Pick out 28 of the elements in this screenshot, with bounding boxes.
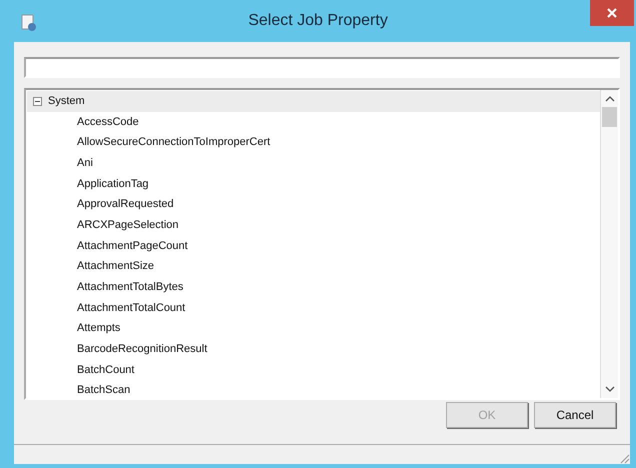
document-icon	[20, 14, 38, 32]
tree-item[interactable]: AttachmentTotalCount	[77, 302, 186, 314]
tree-item[interactable]: Attempts	[77, 323, 120, 334]
tree-item[interactable]: AccessCode	[77, 116, 139, 128]
tree-item[interactable]: Ani	[77, 158, 93, 169]
cancel-button[interactable]: Cancel	[534, 402, 616, 428]
search-field[interactable]	[24, 57, 620, 78]
close-button[interactable]	[590, 0, 634, 26]
tree-row[interactable]: System	[27, 91, 600, 112]
tree-item[interactable]: BarcodeRecognitionResult	[77, 344, 208, 356]
tree-item[interactable]: AttachmentPageCount	[77, 240, 188, 252]
scroll-thumb[interactable]	[602, 107, 617, 127]
window-title: Select Job Property	[248, 11, 388, 31]
scrollbar[interactable]	[600, 90, 618, 398]
tree-item[interactable]: BatchScan	[77, 385, 130, 396]
tree-item[interactable]: ApprovalRequested	[77, 199, 174, 210]
scroll-up-icon[interactable]	[604, 95, 614, 102]
close-icon	[607, 8, 617, 18]
tree-item[interactable]: System	[48, 96, 85, 107]
collapse-icon[interactable]	[33, 96, 42, 106]
tree-item[interactable]: BatchCount	[77, 364, 134, 376]
tree-item[interactable]: AllowSecureConnectionToImproperCert	[77, 137, 270, 148]
tree-item[interactable]: ARCXPageSelection	[77, 220, 179, 231]
scroll-down-icon[interactable]	[604, 386, 614, 393]
resize-grip-icon[interactable]	[618, 452, 630, 464]
tree-item[interactable]: AttachmentSize	[77, 261, 154, 272]
tree-item[interactable]: ApplicationTag	[77, 178, 149, 190]
tree-item[interactable]: AttachmentTotalBytes	[77, 282, 184, 294]
